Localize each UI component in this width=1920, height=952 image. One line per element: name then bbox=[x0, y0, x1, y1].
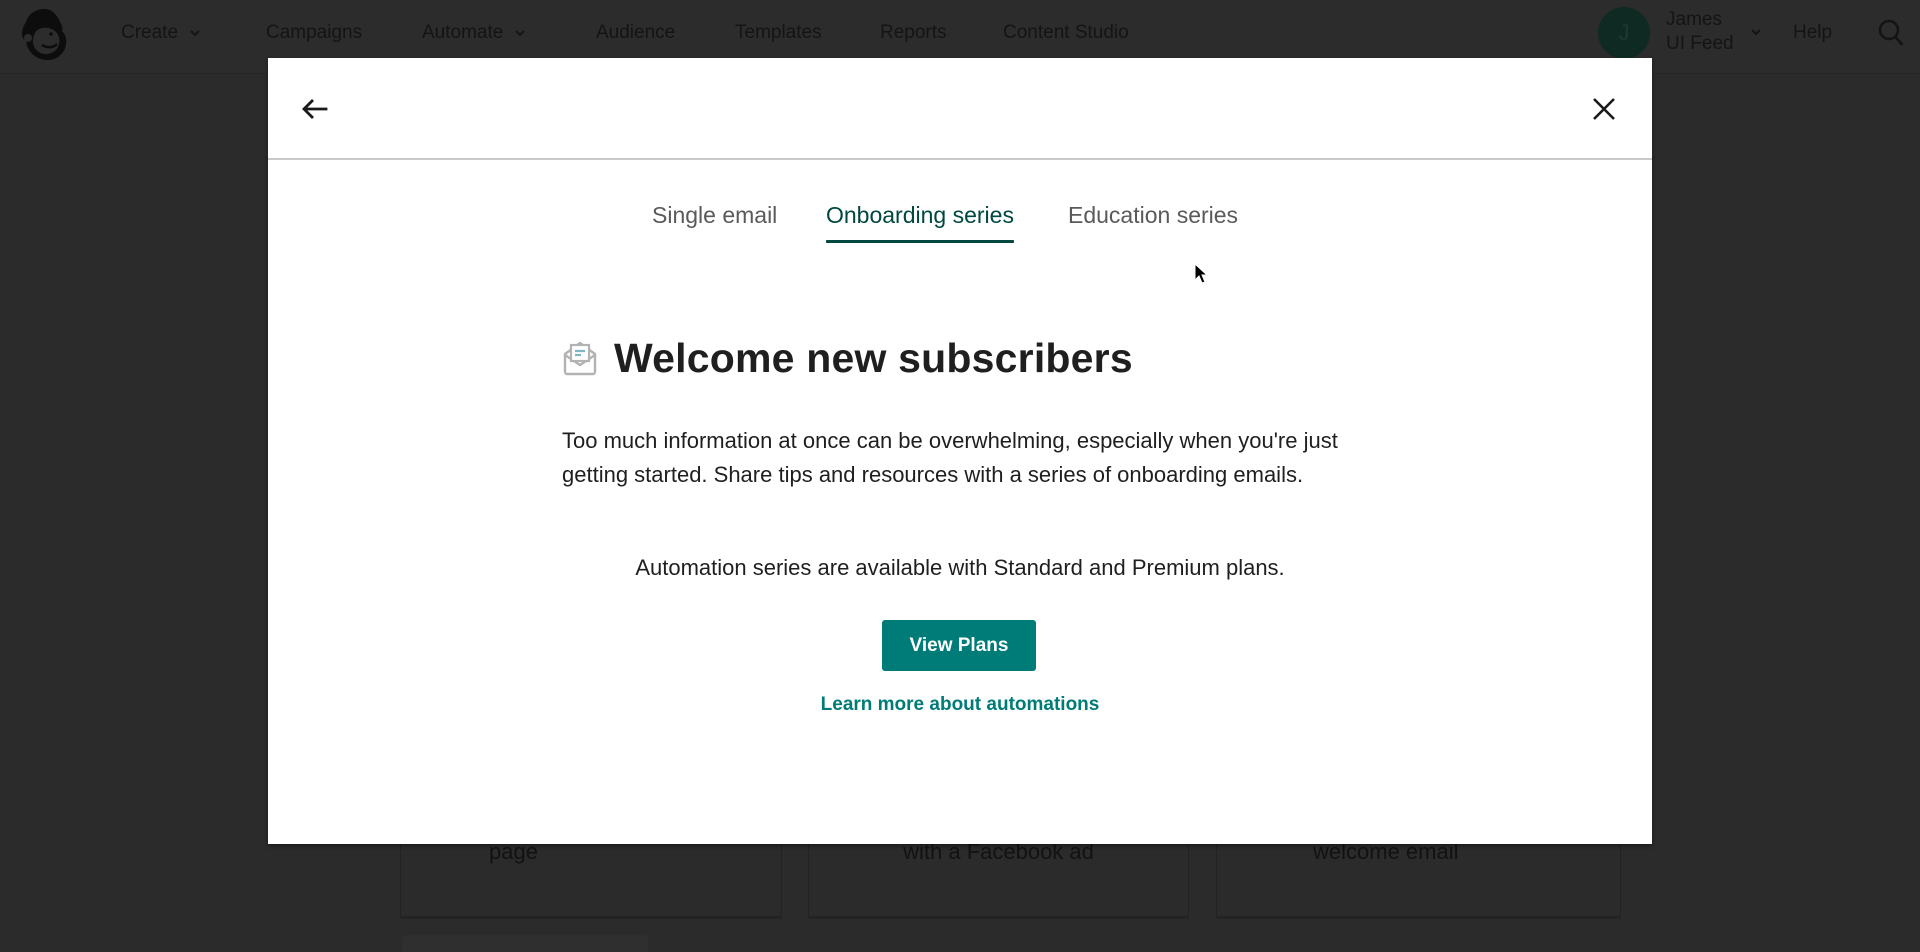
plans-availability-note: Automation series are available with Sta… bbox=[635, 555, 1285, 580]
nav-audience[interactable]: Audience bbox=[596, 20, 675, 46]
modal-heading: Welcome new subscribers bbox=[614, 334, 1133, 381]
back-button[interactable] bbox=[300, 94, 330, 124]
chevron-down-icon[interactable] bbox=[1750, 27, 1762, 37]
close-button[interactable] bbox=[1588, 93, 1620, 125]
user-account-name: UI Feed bbox=[1666, 33, 1734, 54]
learn-more-link[interactable]: Learn more about automations bbox=[821, 694, 1100, 715]
modal-header bbox=[268, 58, 1652, 160]
nav-create[interactable]: Create bbox=[121, 20, 200, 46]
help-link[interactable]: Help bbox=[1793, 20, 1832, 46]
tab-education-series[interactable]: Education series bbox=[1068, 193, 1238, 237]
series-tabs: Single email Onboarding series Education… bbox=[268, 193, 1652, 243]
mailchimp-logo[interactable] bbox=[18, 5, 72, 63]
series-content: Welcome new subscribers Too much informa… bbox=[562, 328, 1362, 492]
nav-content-studio[interactable]: Content Studio bbox=[1003, 20, 1129, 46]
series-description: Too much information at once can be over… bbox=[562, 428, 1338, 487]
user-first-name: James bbox=[1666, 9, 1722, 30]
nav-automate[interactable]: Automate bbox=[422, 20, 526, 46]
automation-modal: Single email Onboarding series Education… bbox=[268, 58, 1652, 844]
arrow-left-icon bbox=[302, 99, 328, 119]
chevron-down-icon bbox=[190, 30, 200, 37]
account-menu[interactable]: James UI Feed bbox=[1666, 8, 1734, 56]
close-icon bbox=[1593, 98, 1615, 120]
tab-single-email[interactable]: Single email bbox=[652, 193, 777, 237]
user-avatar[interactable]: J bbox=[1598, 7, 1650, 59]
open-envelope-icon bbox=[563, 341, 597, 376]
nav-campaigns[interactable]: Campaigns bbox=[266, 20, 362, 46]
background-button bbox=[402, 935, 648, 952]
learn-more-row: Learn more about automations bbox=[268, 694, 1652, 716]
nav-templates[interactable]: Templates bbox=[735, 20, 822, 46]
search-icon[interactable] bbox=[1877, 18, 1905, 48]
tab-onboarding-series[interactable]: Onboarding series bbox=[826, 193, 1014, 243]
view-plans-button[interactable]: View Plans bbox=[882, 620, 1036, 671]
nav-reports[interactable]: Reports bbox=[880, 20, 947, 46]
mouse-cursor-icon bbox=[1194, 263, 1208, 284]
chevron-down-icon bbox=[515, 30, 526, 37]
heading-row: Welcome new subscribers bbox=[562, 328, 1362, 388]
